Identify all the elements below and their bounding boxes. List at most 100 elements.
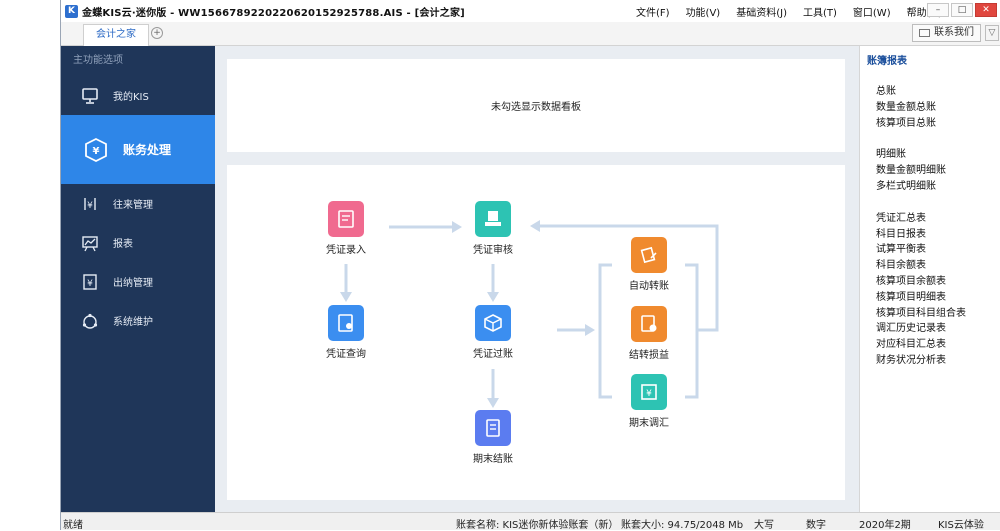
menu-window[interactable]: 窗口(W): [853, 4, 891, 19]
status-account-name: 账套名称: KIS迷你新体验账套（新）: [456, 520, 619, 531]
flow-node-label: 结转损益: [629, 350, 669, 361]
flow-node-voucher-entry[interactable]: 凭证录入: [306, 201, 386, 256]
sidebar-item-label: 我的KIS: [113, 92, 149, 103]
flow-node-label: 自动转账: [629, 281, 669, 292]
report-link-item-ledger[interactable]: 核算项目总账: [876, 116, 966, 132]
title-bar: K 金蝶KIS云·迷你版 - WW15667892202206201529257…: [61, 0, 1000, 22]
report-link-item-account-combo[interactable]: 核算项目科目组合表: [876, 306, 966, 322]
flow-node-label: 凭证过账: [473, 349, 513, 360]
sidebar-item-label: 账务处理: [123, 143, 172, 157]
sidebar-item-label: 往来管理: [113, 200, 153, 211]
flow-node-period-adjust[interactable]: ¥ 期末调汇: [609, 374, 689, 429]
svg-text:¥: ¥: [87, 201, 93, 211]
status-period: 2020年2期: [859, 520, 911, 531]
close-button[interactable]: ✕: [975, 3, 997, 17]
report-link-trial-balance[interactable]: 试算平衡表: [876, 242, 966, 258]
mail-icon: [919, 29, 930, 37]
sidebar-item-reports[interactable]: 报表: [61, 223, 215, 262]
dashboard-panel: 未勾选显示数据看板: [227, 59, 845, 152]
cycle-icon: [81, 312, 99, 330]
flow-node-label: 凭证审核: [473, 245, 513, 256]
status-account-size: 账套大小: 94.75/2048 Mb: [621, 520, 744, 531]
flow-node-voucher-query[interactable]: 凭证查询: [306, 305, 386, 360]
report-link-item-balance[interactable]: 核算项目余额表: [876, 274, 966, 290]
voucher-post-icon: [475, 305, 511, 341]
report-link-contra-summary[interactable]: 对应科目汇总表: [876, 337, 966, 353]
monitor-icon: [81, 87, 99, 105]
window-title: 金蝶KIS云·迷你版 - WW1566789220220620152925788…: [82, 7, 465, 19]
report-link-qty-amount-detail[interactable]: 数量金额明细账: [876, 163, 966, 179]
ledger-reports-list: 总账 数量金额总账 核算项目总账 明细账 数量金额明细账 多栏式明细账 凭证汇总…: [876, 84, 966, 369]
flow-node-label: 凭证录入: [326, 245, 366, 256]
sidebar-heading: 主功能选项: [73, 55, 123, 66]
flow-node-label: 期末调汇: [629, 418, 669, 429]
voucher-query-icon: [328, 305, 364, 341]
report-link-daily-report[interactable]: 科目日报表: [876, 227, 966, 243]
status-bar: 就绪 账套名称: KIS迷你新体验账套（新） 账套大小: 94.75/2048 …: [61, 512, 1000, 531]
contact-us-button[interactable]: 联系我们: [912, 24, 981, 42]
flow-node-carry-profit[interactable]: 结转损益: [609, 306, 689, 361]
sidebar-item-label: 系统维护: [113, 317, 153, 328]
collapse-pane-button[interactable]: ▽: [985, 25, 999, 41]
dashboard-message: 未勾选显示数据看板: [491, 102, 581, 113]
yen-book-icon: ¥: [81, 273, 99, 291]
window-controls: – □ ✕: [925, 3, 997, 17]
sidebar: 主功能选项 我的KIS ¥ 账务处理 ¥ 往来管理 报表 ¥ 出纳管理 系统维护: [61, 46, 215, 512]
yen-shield-icon: ¥: [83, 137, 109, 163]
status-caps: 大写: [754, 520, 774, 531]
menu-file[interactable]: 文件(F): [636, 4, 670, 19]
tab-bar: 会计之家 + 联系我们 ▽: [61, 22, 1000, 46]
voucher-entry-icon: [328, 201, 364, 237]
auto-transfer-icon: [631, 237, 667, 273]
report-link-account-balance[interactable]: 科目余额表: [876, 258, 966, 274]
status-numlock: 数字: [806, 520, 826, 531]
svg-text:¥: ¥: [93, 146, 100, 157]
report-link-item-detail[interactable]: 核算项目明细表: [876, 290, 966, 306]
report-link-multi-column-detail[interactable]: 多栏式明细账: [876, 179, 966, 195]
app-window: K 金蝶KIS云·迷你版 - WW15667892202206201529257…: [60, 0, 1000, 531]
svg-text:¥: ¥: [646, 389, 652, 399]
sidebar-item-accounting[interactable]: ¥ 账务处理: [61, 115, 215, 184]
voucher-review-icon: [475, 201, 511, 237]
sidebar-item-label: 报表: [113, 239, 133, 250]
chart-board-icon: [81, 234, 99, 252]
menu-tools[interactable]: 工具(T): [803, 4, 837, 19]
main-content: 未勾选显示数据看板 凭证录入 凭证审核 凭证查询 凭证过账 期末结账 自动转账 …: [215, 46, 859, 512]
menu-function[interactable]: 功能(V): [686, 4, 721, 19]
sidebar-item-receivables[interactable]: ¥ 往来管理: [61, 184, 215, 223]
report-link-general-ledger[interactable]: 总账: [876, 84, 966, 100]
minimize-button[interactable]: –: [927, 3, 949, 17]
menu-basic-data[interactable]: 基础资料(J): [736, 4, 787, 19]
sidebar-item-cashier[interactable]: ¥ 出纳管理: [61, 262, 215, 301]
sidebar-item-label: 出纳管理: [113, 278, 153, 289]
report-link-financial-analysis[interactable]: 财务状况分析表: [876, 353, 966, 369]
sidebar-item-my-kis[interactable]: 我的KIS: [61, 76, 215, 115]
status-ready: 就绪: [63, 520, 83, 531]
report-link-qty-amount-ledger[interactable]: 数量金额总账: [876, 100, 966, 116]
menu-bar: 文件(F) 功能(V) 基础资料(J) 工具(T) 窗口(W) 帮助(H): [636, 0, 958, 22]
flow-node-voucher-post[interactable]: 凭证过账: [453, 305, 533, 360]
yen-exchange-icon: ¥: [81, 195, 99, 213]
svg-text:¥: ¥: [87, 279, 93, 289]
add-tab-icon[interactable]: +: [151, 27, 163, 39]
report-link-voucher-summary[interactable]: 凭证汇总表: [876, 211, 966, 227]
tab-accounting-home[interactable]: 会计之家: [83, 24, 149, 46]
maximize-button[interactable]: □: [951, 3, 973, 17]
ledger-reports-pane: 账簿报表 总账 数量金额总账 核算项目总账 明细账 数量金额明细账 多栏式明细账…: [859, 46, 1000, 512]
flow-node-auto-transfer[interactable]: 自动转账: [609, 237, 689, 292]
flow-node-label: 期末结账: [473, 454, 513, 465]
app-logo-icon: K: [65, 4, 78, 18]
flow-node-voucher-review[interactable]: 凭证审核: [453, 201, 533, 256]
workflow-panel: 凭证录入 凭证审核 凭证查询 凭证过账 期末结账 自动转账 结转损益 ¥ 期末调…: [227, 165, 845, 500]
contact-us-label: 联系我们: [934, 27, 974, 38]
period-adjust-icon: ¥: [631, 374, 667, 410]
ledger-reports-title: 账簿报表: [867, 56, 907, 67]
carry-profit-icon: [631, 306, 667, 342]
sidebar-item-system-maintenance[interactable]: 系统维护: [61, 301, 215, 340]
report-link-detail-ledger[interactable]: 明细账: [876, 147, 966, 163]
report-link-fx-history[interactable]: 调汇历史记录表: [876, 321, 966, 337]
period-close-icon: [475, 410, 511, 446]
status-edition: KIS云体验: [938, 520, 984, 531]
flow-node-label: 凭证查询: [326, 349, 366, 360]
flow-node-period-close[interactable]: 期末结账: [453, 410, 533, 465]
